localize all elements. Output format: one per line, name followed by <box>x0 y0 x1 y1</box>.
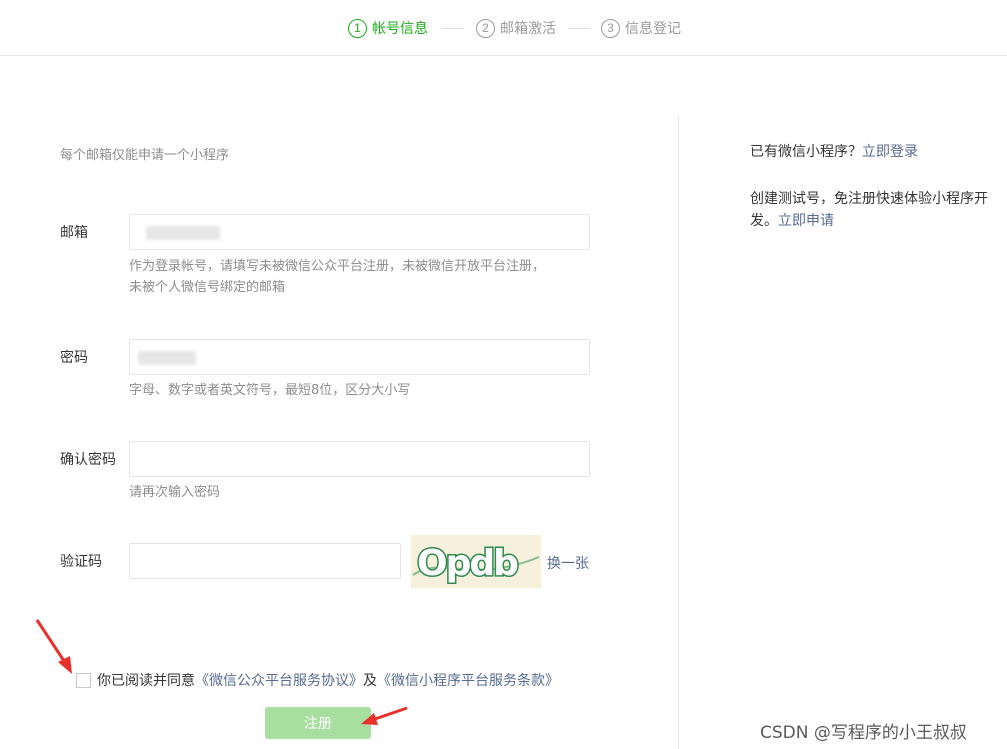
annotation-arrows <box>35 619 408 725</box>
arrow-to-checkbox <box>35 619 72 674</box>
watermark: CSDN @写程序的小王叔叔 <box>760 723 967 743</box>
arrow-to-register <box>361 706 408 725</box>
